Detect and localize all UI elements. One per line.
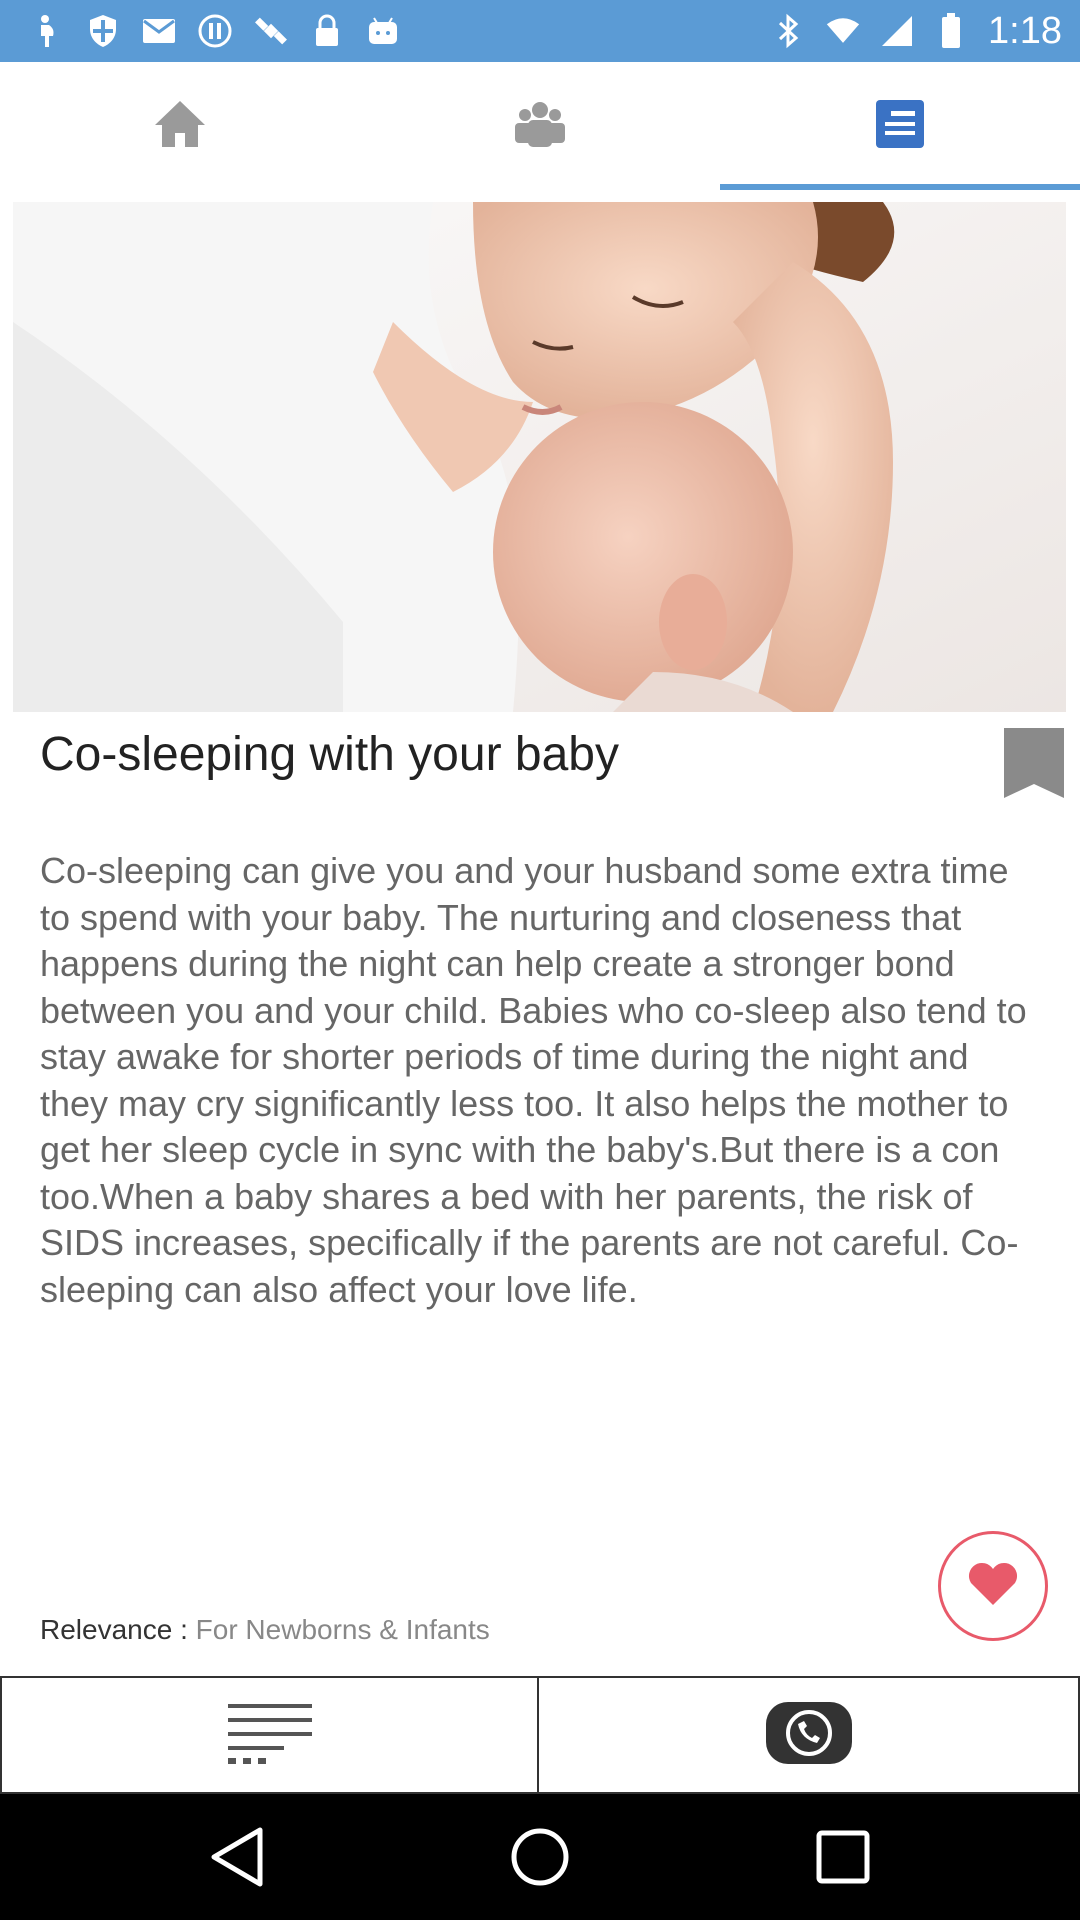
recents-button[interactable] <box>808 1824 878 1894</box>
bottom-action-bar <box>0 1676 1080 1794</box>
relevance-line: Relevance : For Newborns & Infants <box>40 1614 490 1646</box>
tab-community[interactable] <box>360 62 720 190</box>
lock-icon <box>310 14 344 48</box>
heart-icon <box>967 1561 1019 1612</box>
menu-button[interactable] <box>0 1678 539 1792</box>
like-button[interactable] <box>938 1531 1048 1641</box>
battery-icon <box>934 13 968 48</box>
bookmark-icon <box>1002 728 1066 804</box>
status-bar: 1:18 <box>0 0 1080 62</box>
tab-articles[interactable] <box>720 62 1080 190</box>
mail-icon <box>142 14 176 48</box>
menu-icon <box>225 1700 315 1771</box>
relevance-value: For Newborns & Infants <box>195 1614 490 1645</box>
status-time: 1:18 <box>988 9 1062 52</box>
signal-icon <box>880 14 914 48</box>
satellite-icon <box>254 14 288 48</box>
home-icon <box>153 99 207 154</box>
bookmark-button[interactable] <box>1002 726 1066 800</box>
tab-home[interactable] <box>0 62 360 190</box>
back-icon <box>208 1826 266 1893</box>
article-hero-image <box>13 202 1066 712</box>
android-icon <box>366 14 400 48</box>
whatsapp-share-button[interactable] <box>539 1678 1080 1792</box>
whatsapp-icon <box>765 1701 853 1770</box>
relevance-label: Relevance : <box>40 1614 188 1645</box>
info-icon <box>198 14 232 48</box>
pregnancy-icon <box>30 14 64 48</box>
home-nav-button[interactable] <box>505 1824 575 1894</box>
back-button[interactable] <box>202 1824 272 1894</box>
recents-icon <box>815 1829 871 1890</box>
article-icon <box>875 99 925 154</box>
top-tab-bar <box>0 62 1080 190</box>
people-icon <box>512 101 568 152</box>
wifi-icon <box>826 14 860 48</box>
bluetooth-icon <box>772 13 806 49</box>
article-title: Co-sleeping with your baby <box>40 728 619 781</box>
system-navigation-bar <box>0 1794 1080 1920</box>
article-body: Co-sleeping can give you and your husban… <box>40 850 1027 1310</box>
home-circle-icon <box>510 1827 570 1892</box>
shield-icon <box>86 14 120 48</box>
